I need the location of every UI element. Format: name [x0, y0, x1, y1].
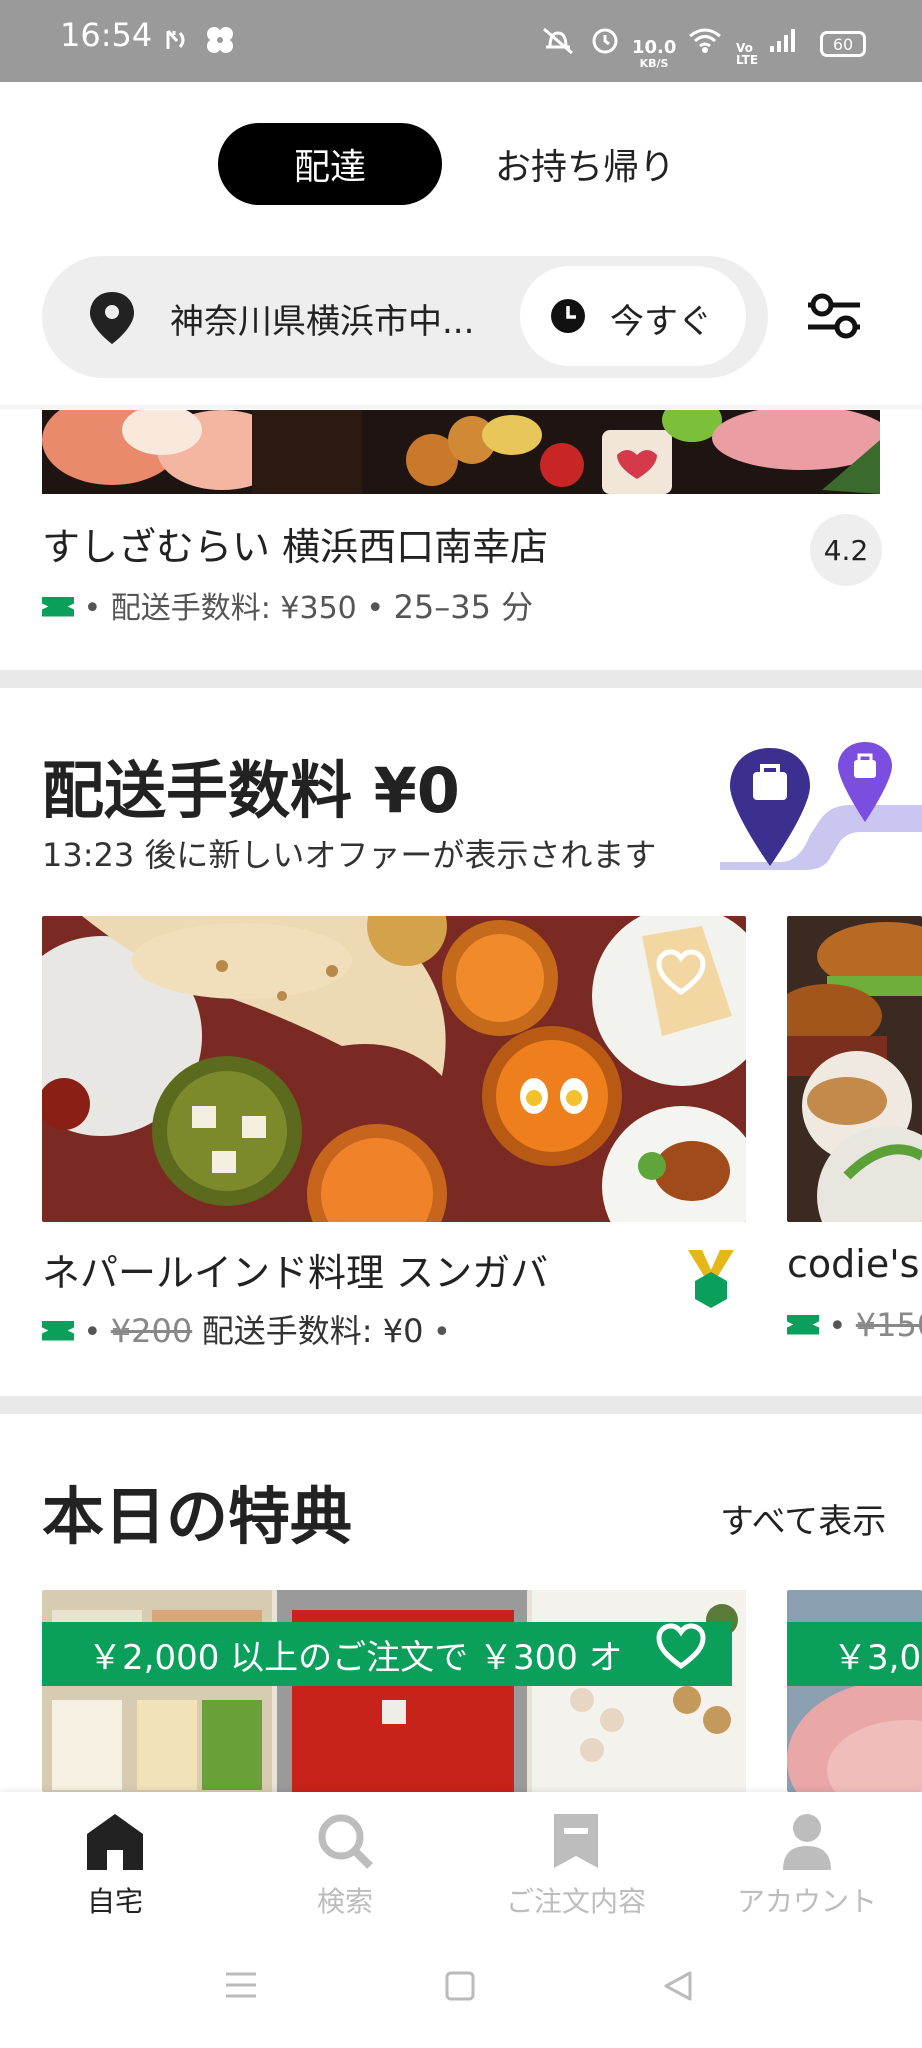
- mute-vibrate-icon: [538, 20, 578, 60]
- nav-account-label: アカウント: [736, 1885, 877, 1918]
- store-eta: 25–35 分: [393, 588, 534, 626]
- deal-image-hotpot[interactable]: [42, 1590, 746, 1792]
- map-pins-illustration: [720, 740, 922, 874]
- nav-orders-label: ご注文内容: [505, 1885, 646, 1918]
- home-icon: [87, 1814, 143, 1870]
- favorite-heart-icon[interactable]: [654, 1620, 708, 1674]
- card-fee: 配送手数料: ¥0: [201, 1312, 424, 1350]
- offer-countdown: 13:23 後に新しいオファーが表示されます: [42, 836, 657, 874]
- store-image-sushi[interactable]: [42, 410, 880, 494]
- nav-orders[interactable]: ご注文内容: [461, 1812, 691, 1932]
- delivery-time-label[interactable]: 今すぐ: [610, 294, 712, 343]
- status-time: 16:54: [60, 16, 153, 54]
- pickup-tab[interactable]: お持ち帰り: [470, 123, 700, 205]
- favorite-heart-icon[interactable]: [654, 946, 708, 1000]
- store-image-indian[interactable]: [42, 916, 746, 1222]
- store-image-burger[interactable]: [787, 916, 922, 1222]
- section-title-today-deals: 本日の特典: [42, 1480, 353, 1553]
- card-meta: • ¥200 配送手数料: ¥0 •: [42, 1306, 451, 1352]
- card-old-fee: ¥200: [110, 1312, 193, 1350]
- receipt-icon: [554, 1814, 598, 1868]
- nav-search-label: 検索: [316, 1885, 373, 1918]
- volte-label: Vo LTE: [736, 41, 759, 67]
- see-all-link[interactable]: すべて表示: [720, 1494, 886, 1543]
- promo-ticket-icon: [787, 1314, 819, 1335]
- store-meta: • 配送手数料: ¥350 • 25–35 分: [42, 582, 533, 628]
- battery-indicator: 60: [820, 31, 866, 57]
- card-meta: • ¥150: [787, 1306, 922, 1344]
- clock-icon: [550, 298, 586, 338]
- nav-account[interactable]: アカウント: [692, 1812, 922, 1932]
- promo-ticket-icon: [42, 1320, 74, 1341]
- delivery-tab[interactable]: 配達: [218, 123, 442, 205]
- fan-icon: [204, 20, 236, 60]
- card-store-name[interactable]: codie's: [787, 1242, 919, 1286]
- card-old-fee: ¥150: [855, 1306, 922, 1344]
- home-square-icon[interactable]: [444, 1970, 476, 2006]
- section-divider: [0, 1396, 922, 1414]
- card-store-name[interactable]: ネパールインド料理 スンガバ: [42, 1242, 548, 1297]
- deal-banner: ￥3,000: [787, 1622, 922, 1686]
- section-divider: [0, 670, 922, 688]
- net-speed-unit: KB/S: [639, 57, 669, 70]
- deal-banner: ￥2,000 以上のご注文で ￥300 オ: [42, 1622, 732, 1686]
- menu-icon[interactable]: [224, 1970, 258, 2004]
- deal-image-tuna[interactable]: [787, 1590, 922, 1792]
- location-pin-icon: [86, 290, 138, 350]
- promo-ticket-icon: [42, 596, 74, 617]
- nfc-icon: [165, 20, 189, 60]
- store-fee: 配送手数料: ¥350: [110, 591, 357, 626]
- header-divider: [0, 405, 922, 409]
- nav-search[interactable]: 検索: [230, 1812, 460, 1932]
- net-speed: 10.0 KB/S: [632, 37, 677, 72]
- net-speed-value: 10.0: [632, 37, 677, 58]
- account-icon: [783, 1814, 831, 1870]
- filter-icon[interactable]: [804, 288, 864, 348]
- delivery-address[interactable]: 神奈川県横浜市中...: [170, 294, 490, 343]
- top-rated-medal-icon: [686, 1250, 736, 1312]
- status-bar: 16:54 10.0 KB/S Vo LTE 60: [0, 0, 922, 82]
- nav-home-label: 自宅: [86, 1885, 143, 1918]
- store-name[interactable]: すしざむらい 横浜西口南幸店: [42, 516, 548, 571]
- search-icon: [318, 1814, 373, 1869]
- wifi-icon: [688, 20, 722, 60]
- alarm-icon: [590, 20, 620, 60]
- back-icon[interactable]: [662, 1970, 694, 2006]
- nav-home[interactable]: 自宅: [0, 1812, 230, 1932]
- store-rating: 4.2: [810, 514, 882, 586]
- section-title-free-delivery: 配送手数料 ¥0: [42, 754, 460, 827]
- signal-icon: [768, 20, 798, 60]
